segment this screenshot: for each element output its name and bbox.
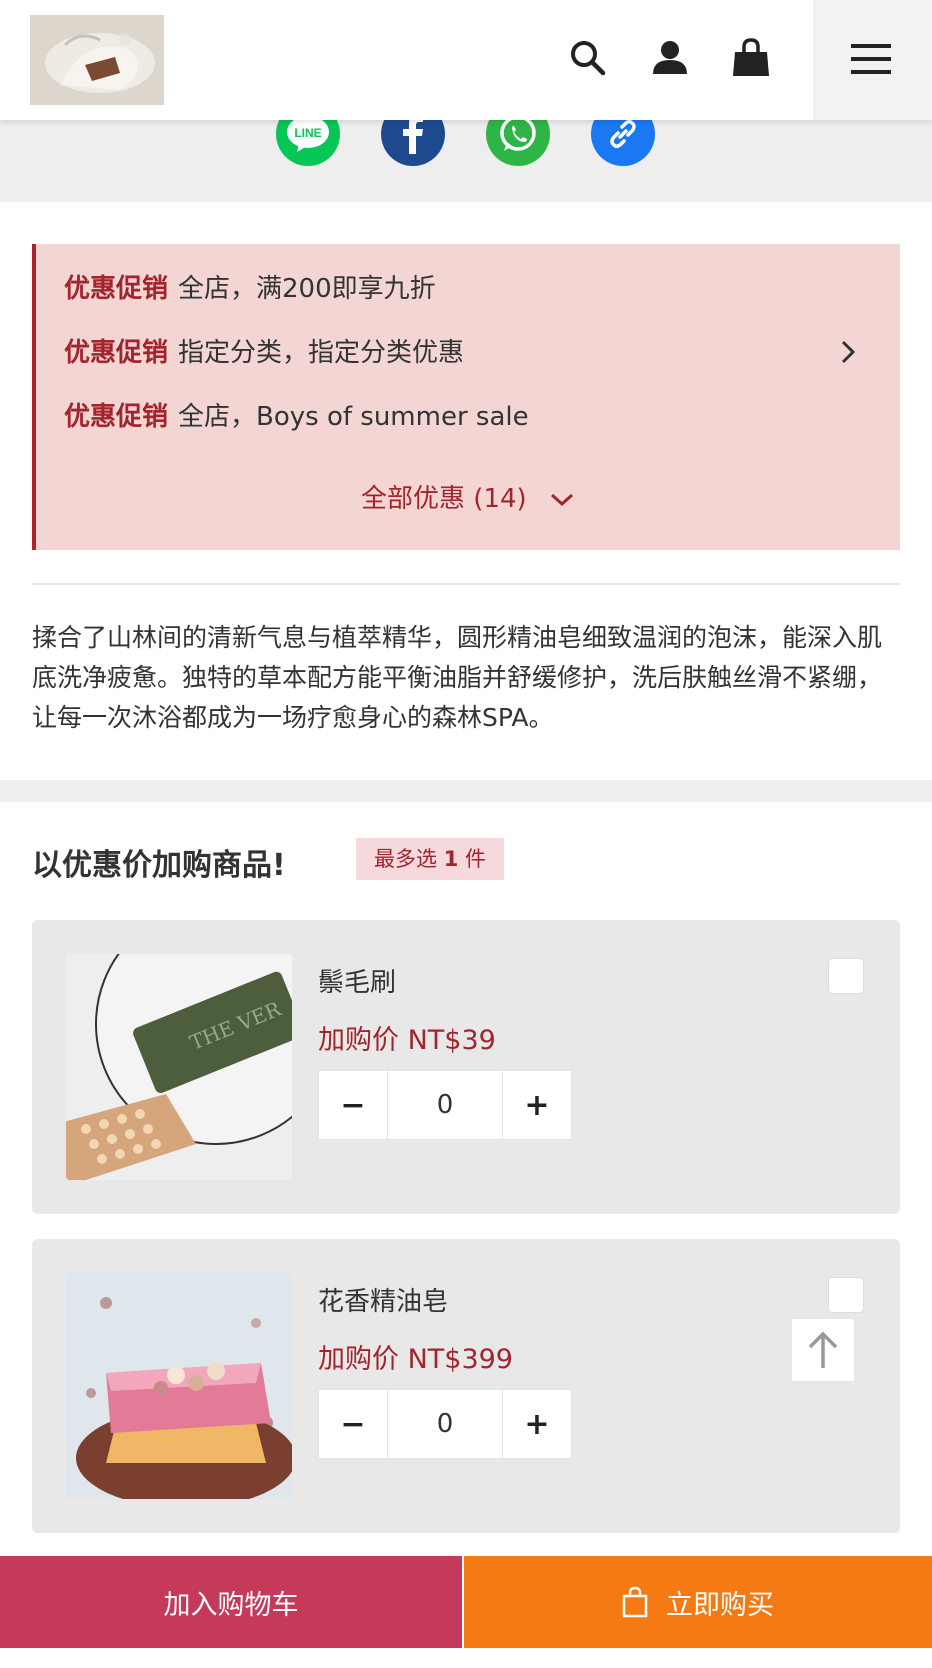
shop-logo[interactable] — [30, 15, 164, 105]
user-icon[interactable] — [648, 36, 692, 80]
search-icon[interactable] — [566, 36, 610, 80]
limit-count: 1 — [443, 847, 459, 871]
product-name: 鬃毛刷 — [318, 968, 397, 998]
divider — [32, 583, 900, 585]
selection-limit-badge: 最多选 1 件 — [356, 838, 504, 880]
limit-suffix: 件 — [458, 847, 486, 871]
promotion-item[interactable]: 优惠促销 指定分类，指定分类优惠 — [64, 332, 464, 369]
view-all-label: 全部优惠 (14) — [361, 484, 527, 514]
buy-now-label: 立即购买 — [666, 1589, 774, 1621]
quantity-value[interactable]: 0 — [388, 1070, 502, 1140]
promotion-item[interactable]: 优惠促销 全店，Boys of summer sale — [64, 396, 529, 433]
select-checkbox[interactable] — [828, 1277, 864, 1313]
add-to-cart-label: 加入购物车 — [163, 1589, 299, 1621]
product-description: 揉合了山林间的清新气息与植萃精华，圆形精油皂细致温润的泡沫，能深入肌底洗净疲惫。… — [32, 623, 883, 732]
quantity-stepper: − 0 + — [318, 1070, 576, 1140]
add-to-cart-button[interactable]: 加入购物车 — [0, 1556, 464, 1648]
chevron-right-icon[interactable] — [838, 337, 858, 371]
limit-prefix: 最多选 — [374, 847, 444, 871]
product-image-bristle-brush: THE VER — [66, 954, 292, 1180]
increase-button[interactable]: + — [502, 1070, 572, 1140]
site-header — [0, 0, 932, 120]
promotion-tag: 优惠促销 — [64, 274, 169, 304]
promotion-tag: 优惠促销 — [64, 338, 169, 368]
arrow-up-icon — [808, 1331, 838, 1368]
promotion-item[interactable]: 优惠促销 全店，满200即享九折 — [64, 268, 436, 305]
promotion-text: 全店，Boys of summer sale — [178, 402, 529, 432]
promotion-text: 全店，满200即享九折 — [178, 274, 436, 304]
decrease-button[interactable]: − — [318, 1070, 388, 1140]
menu-button[interactable] — [813, 0, 932, 120]
menu-icon — [851, 44, 891, 74]
promotion-tag: 优惠促销 — [64, 402, 169, 432]
promotion-text: 指定分类，指定分类优惠 — [178, 338, 465, 368]
addon-section-title: 以优惠价加购商品! — [32, 848, 286, 883]
addon-product-card: 花香精油皂 加购价 NT$399 − 0 + — [32, 1239, 900, 1533]
promotions-panel[interactable]: 优惠促销 全店，满200即享九折 优惠促销 指定分类，指定分类优惠 优惠促销 全店，B… — [32, 244, 900, 550]
page-bottom-edge — [0, 1648, 932, 1668]
svg-text:LINE: LINE — [294, 126, 321, 140]
increase-button[interactable]: + — [502, 1389, 572, 1459]
bottom-action-bar: 加入购物车 立即购买 — [0, 1556, 932, 1648]
quantity-stepper: − 0 + — [318, 1389, 576, 1459]
quantity-value[interactable]: 0 — [388, 1389, 502, 1459]
shopping-bag-icon[interactable] — [729, 36, 773, 80]
product-name: 花香精油皂 — [318, 1287, 449, 1317]
chevron-down-icon — [550, 493, 573, 506]
addon-price: 加购价 NT$39 — [318, 1025, 496, 1056]
section-separator — [0, 780, 932, 802]
share-section — [0, 120, 932, 202]
buy-now-button[interactable]: 立即购买 — [464, 1556, 932, 1648]
view-all-promotions-link[interactable]: 全部优惠 (14) — [36, 478, 900, 515]
select-checkbox[interactable] — [828, 958, 864, 994]
addon-product-card: THE VER 鬃毛刷 加购价 NT$39 − 0 + — [32, 920, 900, 1214]
scroll-to-top-button[interactable] — [791, 1318, 855, 1382]
product-image-floral-soap — [66, 1273, 292, 1499]
shopping-bag-icon — [622, 1586, 648, 1618]
decrease-button[interactable]: − — [318, 1389, 388, 1459]
addon-price: 加购价 NT$399 — [318, 1344, 513, 1375]
